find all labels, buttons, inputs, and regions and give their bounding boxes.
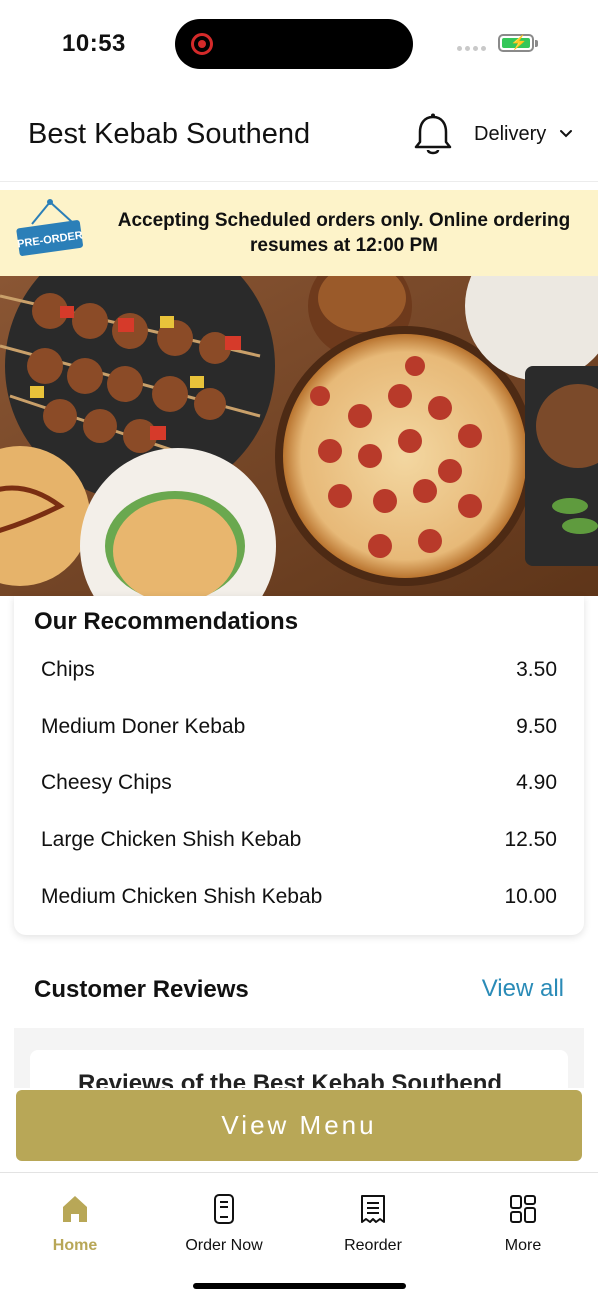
item-name: Cheesy Chips <box>41 771 172 794</box>
review-card-title: Reviews of the Best Kebab Southend <box>78 1070 503 1088</box>
review-card[interactable]: Reviews of the Best Kebab Southend <box>30 1050 568 1088</box>
bottom-tab-bar: Home Order Now Reorder More <box>0 1172 598 1300</box>
item-price: 12.50 <box>504 828 557 851</box>
item-price: 10.00 <box>504 885 557 908</box>
tab-more[interactable]: More <box>463 1193 583 1255</box>
chevron-down-icon[interactable] <box>558 126 574 142</box>
reviews-title: Customer Reviews <box>34 976 249 1003</box>
tab-label: Reorder <box>344 1237 402 1254</box>
home-icon <box>63 1196 87 1222</box>
status-time: 10:53 <box>62 30 126 57</box>
app-header: Best Kebab Southend Delivery <box>0 90 598 182</box>
item-price: 3.50 <box>516 658 557 681</box>
recommendation-item[interactable]: Medium Chicken Shish Kebab 10.00 <box>41 885 557 925</box>
customer-reviews-header: Customer Reviews View all <box>14 948 584 1028</box>
phone-order-icon <box>214 1194 234 1224</box>
dynamic-island <box>175 19 413 69</box>
tab-home[interactable]: Home <box>15 1193 135 1255</box>
tab-label: Order Now <box>185 1237 263 1254</box>
recommendation-item[interactable]: Chips 3.50 <box>41 658 557 698</box>
item-price: 4.90 <box>516 771 557 794</box>
preorder-badge-icon: PRE-ORDER <box>16 199 84 256</box>
recommendation-item[interactable]: Medium Doner Kebab 9.50 <box>41 715 557 755</box>
battery-icon: ⚡ <box>498 34 538 52</box>
screen-recording-icon <box>191 33 213 55</box>
delivery-mode-selector[interactable]: Delivery <box>474 123 546 146</box>
item-name: Medium Doner Kebab <box>41 715 246 738</box>
hero-food-image <box>0 276 598 596</box>
home-indicator <box>193 1283 406 1289</box>
view-all-reviews-link[interactable]: View all <box>482 975 564 1003</box>
item-name: Large Chicken Shish Kebab <box>41 828 302 851</box>
status-bar: 10:53 ⚡ <box>0 0 598 90</box>
recommendation-item[interactable]: Cheesy Chips 4.90 <box>41 771 557 811</box>
view-menu-button[interactable]: View Menu <box>16 1090 582 1161</box>
recommendation-item[interactable]: Large Chicken Shish Kebab 12.50 <box>41 828 557 868</box>
tab-order-now[interactable]: Order Now <box>164 1193 284 1255</box>
banner-message: Accepting Scheduled orders only. Online … <box>117 210 571 256</box>
grid-icon <box>510 1195 536 1223</box>
item-name: Medium Chicken Shish Kebab <box>41 885 323 908</box>
receipt-icon <box>361 1195 385 1223</box>
reviews-list: Reviews of the Best Kebab Southend <box>14 1028 584 1088</box>
tab-label: More <box>504 1237 542 1254</box>
signal-icon <box>457 46 486 51</box>
bell-icon[interactable] <box>412 112 454 158</box>
restaurant-title: Best Kebab Southend <box>28 118 311 150</box>
recommendations-title: Our Recommendations <box>34 608 299 635</box>
tab-label: Home <box>52 1237 98 1254</box>
item-name: Chips <box>41 658 95 681</box>
recommendations-card: Our Recommendations Chips 3.50 Medium Do… <box>14 596 584 935</box>
item-price: 9.50 <box>516 715 557 738</box>
tab-reorder[interactable]: Reorder <box>313 1193 433 1255</box>
schedule-banner: PRE-ORDER Accepting Scheduled orders onl… <box>0 190 598 276</box>
